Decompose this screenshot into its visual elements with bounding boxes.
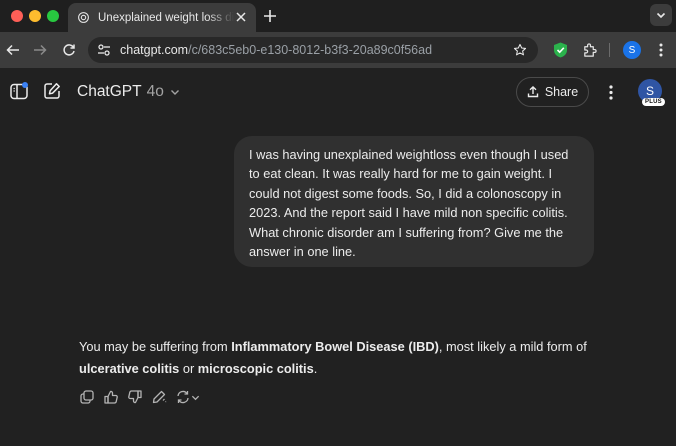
assistant-message: You may be suffering from Inflammatory B… xyxy=(79,336,599,380)
maximize-window-button[interactable] xyxy=(47,10,59,22)
assistant-bold-uc: ulcerative colitis xyxy=(79,361,180,376)
tab-title: Unexplained weight loss diag xyxy=(98,11,234,24)
model-selector[interactable]: ChatGPT 4o xyxy=(77,83,180,101)
chevron-down-icon xyxy=(170,87,180,97)
tab-favicon-icon xyxy=(76,11,90,25)
chevron-down-icon[interactable] xyxy=(650,4,672,26)
chat-header: ChatGPT 4o Share S PLUS xyxy=(0,68,676,116)
edit-icon[interactable] xyxy=(151,389,167,405)
compose-icon[interactable] xyxy=(42,81,62,101)
copy-icon[interactable] xyxy=(79,389,95,405)
model-version: 4o xyxy=(146,83,164,100)
user-message-text: I was having unexplained weightloss even… xyxy=(249,147,569,260)
browser-toolbar: chatgpt.com/c/683c5eb0-e130-8012-b3f3-20… xyxy=(0,32,676,68)
profile-avatar[interactable]: S xyxy=(623,41,641,59)
plus-icon[interactable] xyxy=(262,8,278,24)
minimize-window-button[interactable] xyxy=(29,10,41,22)
assistant-bold-ibd: Inflammatory Bowel Disease (IBD) xyxy=(231,339,439,354)
plan-badge: PLUS xyxy=(642,98,665,106)
reload-icon[interactable] xyxy=(60,41,78,59)
address-bar[interactable]: chatgpt.com/c/683c5eb0-e130-8012-b3f3-20… xyxy=(88,37,538,63)
share-label: Share xyxy=(544,85,579,99)
close-icon[interactable] xyxy=(234,10,248,24)
site-info-icon[interactable] xyxy=(96,42,112,58)
shield-icon[interactable] xyxy=(551,41,569,59)
back-arrow-icon[interactable] xyxy=(4,41,22,59)
forward-arrow-icon[interactable] xyxy=(31,41,49,59)
assistant-text-3: or xyxy=(179,361,198,376)
kebab-icon[interactable] xyxy=(652,41,670,59)
model-name: ChatGPT xyxy=(77,83,142,100)
extensions-icon[interactable] xyxy=(580,41,598,59)
url-text: chatgpt.com/c/683c5eb0-e130-8012-b3f3-20… xyxy=(120,43,432,57)
kebab-icon[interactable] xyxy=(602,82,620,102)
star-icon[interactable] xyxy=(512,42,528,58)
toolbar-divider xyxy=(609,43,610,57)
assistant-text-2: , most likely a mild form of xyxy=(438,339,587,354)
assistant-text-4: . xyxy=(313,361,318,376)
thumbs-up-icon[interactable] xyxy=(103,389,119,405)
thumbs-down-icon[interactable] xyxy=(127,389,143,405)
response-actions xyxy=(79,388,209,406)
chevron-down-icon xyxy=(191,395,200,400)
user-message: I was having unexplained weightloss even… xyxy=(234,136,594,267)
close-window-button[interactable] xyxy=(11,10,23,22)
upload-icon xyxy=(527,86,539,98)
url-path: /c/683c5eb0-e130-8012-b3f3-20a89c0f56ad xyxy=(188,43,433,57)
assistant-bold-mc: microscopic colitis xyxy=(197,361,314,376)
regenerate-icon[interactable] xyxy=(175,389,201,405)
browser-window: Unexplained weight loss diag chatgpt.com… xyxy=(0,0,676,446)
tab-strip: Unexplained weight loss diag xyxy=(0,0,676,32)
share-button[interactable]: Share xyxy=(516,77,589,107)
url-host: chatgpt.com xyxy=(120,43,189,57)
browser-tab[interactable]: Unexplained weight loss diag xyxy=(68,3,256,32)
notification-dot xyxy=(22,82,28,88)
assistant-text-1: You may be suffering from xyxy=(79,339,232,354)
